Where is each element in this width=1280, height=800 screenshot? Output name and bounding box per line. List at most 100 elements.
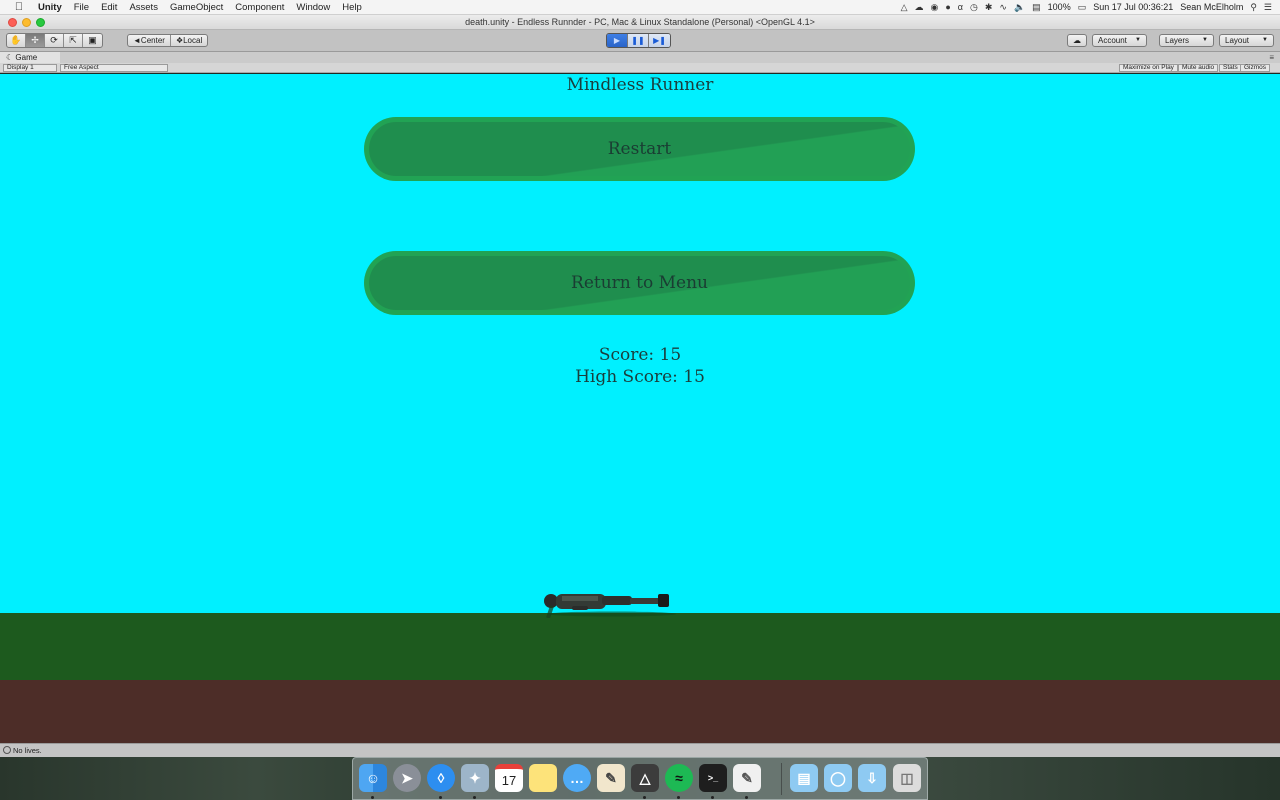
downloads-folder-icon[interactable]: ◯ bbox=[824, 764, 852, 792]
terminal-icon[interactable]: >_ bbox=[699, 764, 727, 792]
display-select[interactable]: Display 1 bbox=[3, 64, 57, 72]
transform-tools: ✋ ✢ ⟳ ⇱ ▣ bbox=[6, 33, 103, 48]
aspect-select[interactable]: Free Aspect bbox=[60, 64, 168, 72]
cloud-icon[interactable]: ☁ bbox=[914, 0, 923, 15]
folder-icon[interactable]: ▤ bbox=[790, 764, 818, 792]
spotlight-search-icon[interactable]: ⚲ bbox=[1250, 0, 1257, 15]
google-drive-icon[interactable]: △ bbox=[901, 0, 908, 15]
info-icon bbox=[3, 746, 11, 754]
menu-assets[interactable]: Assets bbox=[125, 0, 166, 15]
pages-running-indicator bbox=[745, 796, 748, 799]
window-titlebar: death.unity - Endless Runnder - PC, Mac … bbox=[0, 15, 1280, 30]
play-button-icon[interactable]: ▶ bbox=[607, 34, 628, 47]
script-icon[interactable]: α bbox=[958, 0, 963, 15]
notification-center-icon[interactable]: ☰ bbox=[1264, 0, 1272, 15]
pause-button-icon[interactable]: ❚❚ bbox=[628, 34, 649, 47]
hand-tool-icon[interactable]: ✋ bbox=[7, 34, 26, 47]
game-viewport: Mindless Runner Restart Return to Menu S… bbox=[0, 74, 1280, 743]
game-tab-label: Game bbox=[15, 53, 38, 62]
game-title: Mindless Runner bbox=[566, 75, 714, 95]
apple-menu-icon[interactable]:  bbox=[12, 0, 26, 15]
stats-label: Stats bbox=[1223, 64, 1238, 71]
chevron-down-icon: ▼ bbox=[1262, 37, 1268, 43]
spotify-running-indicator bbox=[677, 796, 680, 799]
playback-controls: ▶ ❚❚ ▶❚ bbox=[606, 33, 671, 48]
pivot-local-button[interactable]: ❖Local bbox=[171, 35, 207, 46]
unity-running-indicator bbox=[643, 796, 646, 799]
cloud-services-icon: ☁ bbox=[1073, 36, 1081, 45]
cloud-services-button[interactable]: ☁ bbox=[1067, 34, 1087, 47]
game-view-toolbar: Display 1 Free Aspect Maximize on Play M… bbox=[0, 63, 1280, 73]
time-machine-icon[interactable]: ◷ bbox=[970, 0, 978, 15]
rect-tool-icon[interactable]: ▣ bbox=[83, 34, 102, 47]
scale-tool-icon[interactable]: ⇱ bbox=[64, 34, 83, 47]
mute-audio-toggle[interactable]: Mute audio bbox=[1178, 64, 1219, 72]
tab-options-icon[interactable]: ≡ bbox=[1269, 52, 1274, 63]
terminal-running-indicator bbox=[711, 796, 714, 799]
return-to-menu-button-label: Return to Menu bbox=[571, 273, 708, 293]
move-tool-icon[interactable]: ✢ bbox=[26, 34, 45, 47]
display-label: Display 1 bbox=[7, 64, 34, 71]
account-dropdown[interactable]: Account ▼ bbox=[1092, 34, 1147, 47]
clock[interactable]: Sun 17 Jul 00:36:21 bbox=[1093, 0, 1173, 15]
safari-running-indicator bbox=[439, 796, 442, 799]
mute-audio-label: Mute audio bbox=[1182, 64, 1215, 71]
menu-app-name[interactable]: Unity bbox=[34, 0, 70, 15]
stats-toggle[interactable]: Stats bbox=[1219, 64, 1242, 72]
step-button-icon[interactable]: ▶❚ bbox=[649, 34, 670, 47]
calendar-day: 17 bbox=[501, 773, 517, 788]
tab-game[interactable]: ☾ Game bbox=[0, 52, 60, 63]
airdrop-folder-icon[interactable]: ⇩ bbox=[858, 764, 886, 792]
menu-help[interactable]: Help bbox=[338, 0, 370, 15]
gizmos-dropdown[interactable]: Gizmos bbox=[1240, 64, 1271, 72]
chevron-down-icon: ▼ bbox=[1202, 37, 1208, 43]
calendar-icon[interactable]: 17 bbox=[495, 764, 523, 792]
volume-icon[interactable]: 🔈 bbox=[1014, 0, 1025, 15]
console-status-bar[interactable]: No lives. bbox=[0, 743, 1280, 757]
layers-dropdown[interactable]: Layers ▼ bbox=[1159, 34, 1214, 47]
launchpad-icon[interactable]: ➤ bbox=[393, 764, 421, 792]
preview-running-indicator bbox=[473, 796, 476, 799]
window-title: death.unity - Endless Runnder - PC, Mac … bbox=[465, 17, 815, 27]
return-to-menu-button[interactable]: Return to Menu bbox=[364, 251, 915, 315]
pivot-local-label: Local bbox=[183, 36, 203, 45]
pivot-center-button[interactable]: ◄Center bbox=[128, 35, 171, 46]
menu-gameobject[interactable]: GameObject bbox=[166, 0, 231, 15]
finder-icon[interactable]: ☺ bbox=[359, 764, 387, 792]
spotify-status-icon[interactable]: ● bbox=[945, 0, 950, 15]
macos-menubar:  Unity File Edit Assets GameObject Comp… bbox=[0, 0, 1280, 15]
wifi-icon[interactable]: ∿ bbox=[999, 0, 1007, 15]
menu-edit[interactable]: Edit bbox=[97, 0, 125, 15]
user-name[interactable]: Sean McElholm bbox=[1180, 0, 1243, 15]
layout-dropdown[interactable]: Layout ▼ bbox=[1219, 34, 1274, 47]
menu-file[interactable]: File bbox=[70, 0, 97, 15]
grass-ground bbox=[0, 613, 1280, 680]
menu-component[interactable]: Component bbox=[231, 0, 292, 15]
restart-button[interactable]: Restart bbox=[364, 117, 915, 181]
messages-icon[interactable]: … bbox=[563, 764, 591, 792]
maximize-on-play-toggle[interactable]: Maximize on Play bbox=[1119, 64, 1178, 72]
display-icon[interactable]: ▤ bbox=[1032, 0, 1041, 15]
chevron-down-icon: ▼ bbox=[1135, 37, 1141, 43]
pages-icon[interactable]: ✎ bbox=[733, 764, 761, 792]
notes-icon[interactable] bbox=[529, 764, 557, 792]
spotify-icon[interactable]: ≈ bbox=[665, 764, 693, 792]
high-score-text: High Score: 15 bbox=[575, 367, 705, 387]
preview-icon[interactable]: ✦ bbox=[461, 764, 489, 792]
rotate-tool-icon[interactable]: ⟳ bbox=[45, 34, 64, 47]
dock: ☺ ➤ ◊ ✦ 17 … ✎ △ ≈ >_ ✎ ▤ ◯ ⇩ ◫ bbox=[352, 757, 928, 800]
menu-window[interactable]: Window bbox=[292, 0, 338, 15]
trash-icon[interactable]: ◫ bbox=[893, 764, 921, 792]
dock-separator bbox=[781, 763, 782, 795]
score-text: Score: 15 bbox=[598, 345, 682, 365]
dirt-ground bbox=[0, 680, 1280, 743]
battery-icon[interactable]: ▭ bbox=[1078, 0, 1087, 15]
bluetooth-icon[interactable]: ✱ bbox=[985, 0, 993, 15]
creative-cloud-icon[interactable]: ◉ bbox=[930, 0, 938, 15]
layout-label: Layout bbox=[1225, 36, 1250, 45]
textedit-icon[interactable]: ✎ bbox=[597, 764, 625, 792]
safari-icon[interactable]: ◊ bbox=[427, 764, 455, 792]
battery-percentage[interactable]: 100% bbox=[1048, 0, 1071, 15]
maximize-on-play-label: Maximize on Play bbox=[1123, 64, 1174, 71]
unity-icon[interactable]: △ bbox=[631, 764, 659, 792]
